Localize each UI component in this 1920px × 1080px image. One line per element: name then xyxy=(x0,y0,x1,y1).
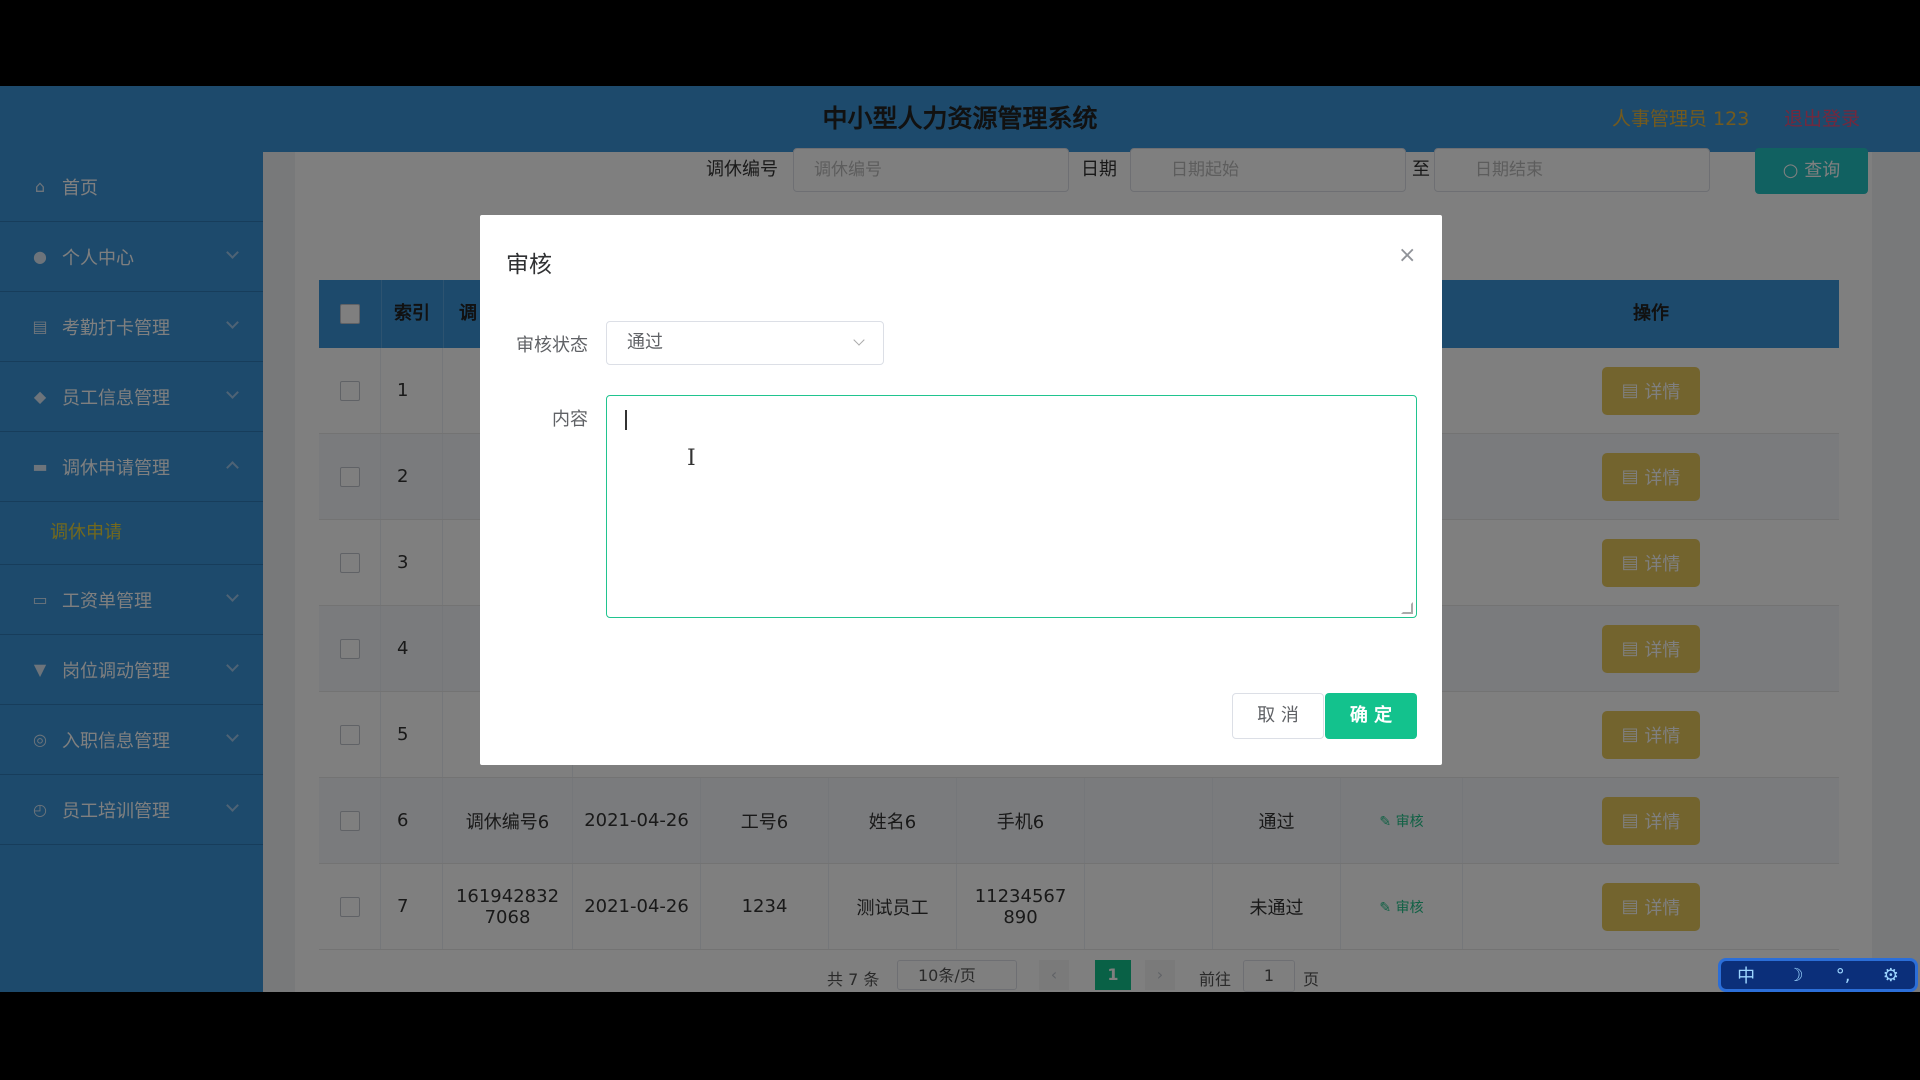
resize-handle-icon[interactable] xyxy=(1401,602,1413,614)
content-textarea[interactable]: I xyxy=(606,395,1417,618)
gear-icon[interactable]: ⚙ xyxy=(1883,965,1899,986)
audit-status-value: 通过 xyxy=(627,332,663,353)
punctuation-icon[interactable]: °, xyxy=(1836,965,1851,986)
content-label: 内容 xyxy=(552,409,588,430)
letterbox-top xyxy=(0,0,1920,86)
confirm-button[interactable]: 确 定 xyxy=(1325,693,1417,739)
ibeam-cursor-icon: I xyxy=(687,446,696,471)
ime-toolbar: 中 ☽ °, ⚙ xyxy=(1718,958,1918,992)
close-icon[interactable]: × xyxy=(1398,243,1416,268)
letterbox-bottom xyxy=(0,992,1920,1080)
audit-status-select[interactable]: 通过 xyxy=(606,321,884,365)
text-caret xyxy=(625,410,627,430)
dialog-title: 审核 xyxy=(506,252,552,278)
chevron-down-icon xyxy=(853,334,865,346)
cancel-button[interactable]: 取 消 xyxy=(1232,693,1324,739)
moon-icon[interactable]: ☽ xyxy=(1787,965,1803,986)
audit-dialog: 审核 × 审核状态 通过 内容 I 取 消 确 定 xyxy=(480,215,1442,765)
audit-status-label: 审核状态 xyxy=(516,335,588,356)
ime-language-toggle[interactable]: 中 xyxy=(1737,962,1755,988)
